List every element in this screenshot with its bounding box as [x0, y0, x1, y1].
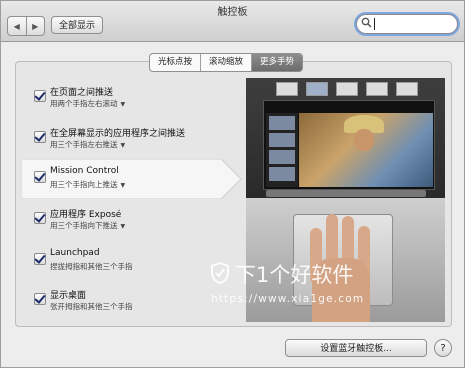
option-app-expose[interactable]: 应用程序 Exposé 用三个手指向下推送 ▼ — [30, 207, 240, 245]
help-button[interactable]: ? — [434, 339, 452, 357]
titlebar: 触控板 ◀ ▶ 全部显示 — [1, 1, 464, 42]
option-title: Mission Control — [50, 166, 119, 176]
chevron-down-icon: ▼ — [120, 182, 126, 189]
option-launchpad[interactable]: Launchpad 捏拢拇指和其他三个手指 — [30, 248, 240, 286]
dock — [266, 190, 426, 197]
option-title: 应用程序 Exposé — [50, 210, 122, 220]
checkbox[interactable] — [34, 90, 46, 102]
space-thumbnail — [276, 82, 298, 96]
option-gesture-select[interactable]: 用三个手指向上推送 ▼ — [50, 179, 125, 190]
checkbox[interactable] — [34, 212, 46, 224]
photo-sidebar — [266, 113, 298, 187]
chevron-down-icon: ▼ — [120, 101, 126, 108]
chevron-down-icon: ▼ — [120, 142, 126, 149]
option-subtitle: 张开拇指和其他三个手指 — [50, 302, 133, 311]
setup-bluetooth-trackpad-button[interactable]: 设置蓝牙触控板... — [285, 339, 427, 357]
text-cursor — [374, 18, 375, 30]
checkbox[interactable] — [34, 131, 46, 143]
space-thumbnail — [396, 82, 418, 96]
watermark-text: 下1个好软件 — [235, 263, 354, 287]
tab-bar: 光标点按 滚动缩放 更多手势 — [149, 53, 304, 72]
option-gesture-select[interactable]: 用三个手指向下推送 ▼ — [50, 220, 125, 231]
option-show-desktop[interactable]: 显示桌面 张开拇指和其他三个手指 — [30, 288, 240, 326]
option-title: 显示桌面 — [50, 291, 87, 301]
option-swipe-between-fullscreen-apps[interactable]: 在全屏幕显示的应用程序之间推送 用三个手指左右推送 ▼ — [30, 126, 240, 164]
search-input[interactable] — [356, 14, 458, 34]
space-thumbnail — [306, 82, 328, 96]
back-forward-group: ◀ ▶ — [7, 16, 45, 36]
show-all-button[interactable]: 全部显示 — [51, 16, 103, 34]
space-thumbnail — [366, 82, 388, 96]
checkbox[interactable] — [34, 171, 46, 183]
checkbox[interactable] — [34, 253, 46, 265]
search-icon — [361, 17, 372, 28]
face-shape — [354, 129, 374, 151]
space-thumbnail — [336, 82, 358, 96]
checkbox[interactable] — [34, 293, 46, 305]
watermark: 下1个好软件 https://www.xia1ge.com — [211, 259, 381, 309]
trackpad-preferences-window: 触控板 ◀ ▶ 全部显示 光标点按 滚动缩放 更多手势 在页面之间推送 用两个手… — [0, 0, 465, 368]
tab-more-gestures[interactable]: 更多手势 — [252, 54, 303, 71]
option-title: Launchpad — [50, 248, 100, 258]
forward-button[interactable]: ▶ — [27, 17, 45, 35]
back-button[interactable]: ◀ — [8, 17, 27, 35]
watermark-url: https://www.xia1ge.com — [211, 293, 365, 305]
option-subtitle: 捏拢拇指和其他三个手指 — [50, 262, 133, 271]
chevron-down-icon: ▼ — [120, 223, 126, 230]
option-gesture-select[interactable]: 用三个手指左右推送 ▼ — [50, 139, 125, 150]
shield-icon — [211, 262, 229, 284]
mission-control-screen — [246, 78, 445, 198]
photo-app-window — [263, 100, 435, 190]
tab-point-click[interactable]: 光标点按 — [150, 54, 202, 71]
option-title: 在页面之间推送 — [50, 88, 114, 98]
option-title: 在全屏幕显示的应用程序之间推送 — [50, 129, 186, 139]
photo-image — [299, 113, 433, 187]
option-swipe-between-pages[interactable]: 在页面之间推送 用两个手指左右滚动 ▼ — [30, 85, 240, 123]
tab-scroll-zoom[interactable]: 滚动缩放 — [201, 54, 253, 71]
option-gesture-select[interactable]: 用两个手指左右滚动 ▼ — [50, 98, 125, 109]
option-mission-control[interactable]: Mission Control 用三个手指向上推送 ▼ — [30, 166, 240, 204]
